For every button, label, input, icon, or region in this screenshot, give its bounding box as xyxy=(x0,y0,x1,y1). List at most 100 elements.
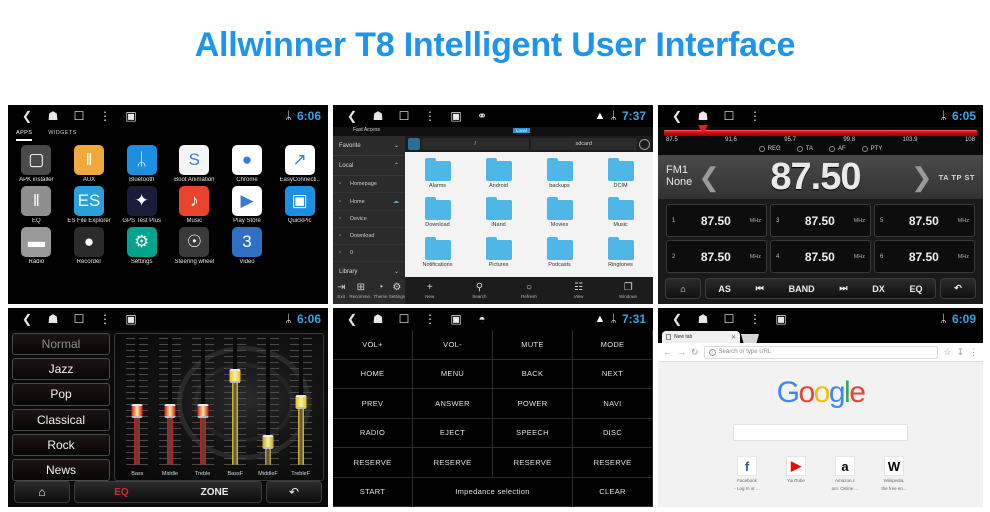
gps-test-plus-icon[interactable]: ✦ xyxy=(126,186,157,216)
settings-gear-icon[interactable]: ⚙ xyxy=(126,227,157,257)
new-tab-button[interactable] xyxy=(741,334,759,343)
folder-item[interactable]: Notifications xyxy=(407,234,468,274)
folder-item[interactable]: iNand xyxy=(468,195,529,235)
preset-button[interactable]: 3 87.50 MHz xyxy=(770,204,871,237)
android-robot-icon[interactable]: ▢ xyxy=(21,145,52,175)
swc-button[interactable]: MODE xyxy=(573,330,653,360)
radio-control-band[interactable]: BAND xyxy=(789,284,815,294)
nav-back-icon[interactable]: ← xyxy=(663,347,672,357)
swc-button[interactable]: RESERVE xyxy=(333,448,413,478)
shortcut-tile[interactable]: W Wikipedia, the free en... xyxy=(876,456,912,491)
shortcut-tile[interactable]: f Facebook - Log In or ... xyxy=(729,456,765,491)
swc-button[interactable]: POWER xyxy=(493,389,573,419)
folder-item[interactable]: DCIM xyxy=(590,155,651,195)
slider-knob[interactable] xyxy=(262,435,274,450)
chevron-icon[interactable]: ⌃ xyxy=(394,162,399,169)
swc-button[interactable]: START xyxy=(333,477,413,507)
toolbar-button[interactable]: ⚲ Search xyxy=(455,277,505,304)
slider-knob[interactable] xyxy=(229,369,241,384)
recents-icon[interactable]: ☐ xyxy=(391,312,417,326)
folder-item[interactable]: backups xyxy=(529,155,590,195)
back-icon[interactable]: ❮ xyxy=(664,312,690,326)
home-icon[interactable]: ☗ xyxy=(365,312,391,326)
folder-item[interactable]: Podcasts xyxy=(529,234,590,274)
frequency-scale[interactable]: 87.5 91.6 95.7 99.8 103.9 108 xyxy=(658,125,983,144)
app-item[interactable]: ⚙ Settings xyxy=(115,227,168,265)
zone-tab[interactable]: ZONE xyxy=(168,482,261,502)
path-segment-root[interactable]: / xyxy=(422,138,529,150)
rds-flag[interactable]: AF xyxy=(828,146,846,152)
sidebar-item[interactable]: ▫ Download xyxy=(333,228,405,245)
tab-widgets[interactable]: WIDGETS xyxy=(48,130,76,141)
overflow-menu-icon[interactable]: ⋮ xyxy=(417,109,443,123)
path-home-icon[interactable] xyxy=(408,138,420,150)
swc-button[interactable]: RESERVE xyxy=(493,448,573,478)
swc-button[interactable]: CLEAR xyxy=(573,477,653,507)
app-item[interactable]: ‖ EQ xyxy=(10,186,63,224)
app-item[interactable]: ᛦ Bluetooth xyxy=(115,145,168,183)
sidebar-item[interactable]: ▫ Homepage xyxy=(333,176,405,193)
music-icon[interactable]: ♪ xyxy=(179,186,210,216)
rds-flag[interactable]: REG xyxy=(758,146,781,152)
frequency-pointer[interactable] xyxy=(698,125,709,134)
sidebar-item[interactable]: ▫ Device xyxy=(333,211,405,228)
eq-slider[interactable]: MiddleF xyxy=(255,334,281,477)
browser-tab[interactable]: New tab ✕ xyxy=(662,331,740,343)
app-item[interactable]: ▬ Radio xyxy=(10,227,63,265)
tab-apps[interactable]: APPS xyxy=(16,130,33,141)
swc-button[interactable]: ANSWER xyxy=(413,389,493,419)
sidebar-group[interactable]: Local ⌃ xyxy=(333,156,405,176)
overflow-menu-icon[interactable]: ⋮ xyxy=(92,109,118,123)
bookmark-star-icon[interactable]: ☆ xyxy=(943,347,951,358)
recents-icon[interactable]: ☐ xyxy=(716,312,742,326)
app-item[interactable]: ‖ AUX xyxy=(63,145,116,183)
preset-button[interactable]: 2 87.50 MHz xyxy=(666,240,767,273)
frequency-slider[interactable] xyxy=(664,125,977,136)
back-icon[interactable]: ❮ xyxy=(339,109,365,123)
folder-item[interactable]: Download xyxy=(407,195,468,235)
overflow-menu-icon[interactable]: ⋮ xyxy=(742,109,768,123)
radio-icon[interactable]: ▬ xyxy=(21,227,52,257)
chevron-icon[interactable]: ⌄ xyxy=(394,268,399,275)
boot-animation-icon[interactable]: S xyxy=(179,145,210,175)
app-item[interactable]: ♪ Music xyxy=(168,186,221,224)
back-icon[interactable]: ❮ xyxy=(339,312,365,326)
radio-control-⏮[interactable]: ⏮ xyxy=(756,283,764,294)
app-item[interactable]: ES ES File Explorer xyxy=(63,186,116,224)
home-button[interactable]: ⌂ xyxy=(665,278,701,299)
close-icon[interactable]: ✕ xyxy=(731,334,736,341)
rds-flag[interactable]: PTY xyxy=(861,146,882,152)
app-item[interactable]: ↗ EasyConnecti.. xyxy=(273,145,326,183)
eq-preset-normal[interactable]: Normal xyxy=(12,333,110,356)
toolbar-button[interactable]: ⇥ Exit xyxy=(333,277,349,304)
eq-slider[interactable]: BassF xyxy=(222,334,248,477)
steering-wheel-icon[interactable]: ☉ xyxy=(179,227,210,257)
home-icon[interactable]: ☗ xyxy=(40,109,66,123)
app-item[interactable]: ☉ Steering wheel xyxy=(168,227,221,265)
swc-button[interactable]: EJECT xyxy=(413,418,493,448)
swc-button[interactable]: DISC xyxy=(573,418,653,448)
eq-slider[interactable]: Treble xyxy=(190,334,216,477)
swc-button[interactable]: BACK xyxy=(493,359,573,389)
preset-button[interactable]: 4 87.50 MHz xyxy=(770,240,871,273)
eq-preset-jazz[interactable]: Jazz xyxy=(12,358,110,381)
tune-down-icon[interactable]: ❮ xyxy=(692,162,726,193)
aux-sliders-icon[interactable]: ‖ xyxy=(73,145,104,175)
preset-button[interactable]: 1 87.50 MHz xyxy=(666,204,767,237)
slider-knob[interactable] xyxy=(164,403,176,418)
nav-forward-icon[interactable]: → xyxy=(677,347,686,357)
swc-button[interactable]: VOL+ xyxy=(333,330,413,360)
app-item[interactable]: S Boot Animation xyxy=(168,145,221,183)
overflow-menu-icon[interactable]: ⋮ xyxy=(742,312,768,326)
folder-item[interactable]: Ringtones xyxy=(590,234,651,274)
toolbar-button[interactable]: + New xyxy=(405,277,455,304)
home-icon[interactable]: ☗ xyxy=(690,312,716,326)
chrome-icon[interactable]: ● xyxy=(231,145,262,175)
screenshot-icon[interactable]: ▣ xyxy=(443,109,469,123)
download-icon[interactable]: ↧ xyxy=(956,347,964,358)
slider-knob[interactable] xyxy=(131,403,143,418)
quickpic-icon[interactable]: ▣ xyxy=(284,186,315,216)
screenshot-icon[interactable]: ▣ xyxy=(118,312,144,326)
eq-preset-news[interactable]: News xyxy=(12,458,110,482)
eq-preset-rock[interactable]: Rock xyxy=(12,433,110,456)
